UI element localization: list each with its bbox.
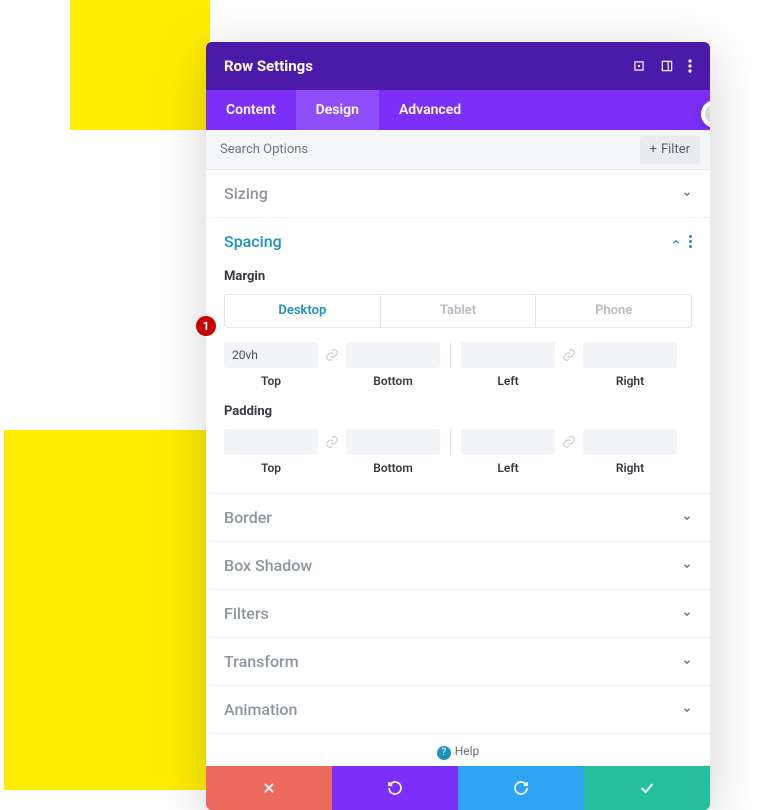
tab-advanced[interactable]: Advanced [379,90,481,130]
header-actions [632,59,692,73]
section-sizing-header[interactable]: Sizing [206,170,710,217]
section-box-shadow: Box Shadow [206,542,710,590]
divider [450,429,451,455]
section-spacing-header[interactable]: Spacing [206,218,710,265]
modal-title: Row Settings [224,57,313,75]
check-icon [639,780,655,796]
link-icon[interactable] [324,342,340,368]
section-transform-header[interactable]: Transform [206,638,710,685]
expand-icon[interactable] [632,59,646,73]
device-tab-tablet[interactable]: Tablet [381,295,537,327]
search-input[interactable] [220,142,640,157]
cancel-button[interactable] [206,766,332,810]
section-title: Spacing [224,232,282,251]
section-filters: Filters [206,590,710,638]
padding-top-input[interactable] [224,429,318,455]
help-link[interactable]: ? Help [206,734,710,766]
device-tabs: Desktop Tablet Phone [224,294,692,328]
section-spacing: Spacing Margin Desktop Tablet Phone [206,218,710,494]
margin-right-input[interactable] [583,342,677,368]
margin-label: Margin [224,269,692,284]
modal-header: Row Settings [206,42,710,90]
section-box-shadow-header[interactable]: Box Shadow [206,542,710,589]
chevron-down-icon [682,561,692,571]
row-settings-modal: Row Settings Content Design Advanced + F… [206,42,710,810]
side-label-top: Top [261,374,281,388]
filter-button[interactable]: + Filter [640,136,700,164]
padding-left-input[interactable] [461,429,555,455]
decorative-shape [70,0,210,130]
modal-body: Sizing Spacing Margin Desktop Tablet [206,170,710,766]
section-title: Filters [224,604,269,623]
padding-bottom-input[interactable] [346,429,440,455]
margin-bottom-input[interactable] [346,342,440,368]
section-animation-header[interactable]: Animation [206,686,710,733]
chevron-down-icon [682,513,692,523]
help-label: Help [455,744,480,758]
section-actions [671,235,692,248]
section-title: Transform [224,652,299,671]
redo-icon [513,780,529,796]
side-label-left: Left [497,461,518,475]
padding-right-input[interactable] [583,429,677,455]
close-icon [262,781,276,795]
annotation-badge-1: 1 [196,316,216,336]
chevron-up-icon [671,237,681,247]
side-label-right: Right [616,374,644,388]
chevron-down-icon [682,705,692,715]
section-spacing-body: Margin Desktop Tablet Phone Top [206,269,710,493]
margin-inputs: Top Bottom Left [224,342,692,388]
link-icon[interactable] [561,429,577,455]
link-icon[interactable] [561,342,577,368]
kebab-icon[interactable] [688,59,692,73]
side-label-top: Top [261,461,281,475]
filter-label: Filter [661,142,690,157]
section-filters-header[interactable]: Filters [206,590,710,637]
device-tab-phone[interactable]: Phone [536,295,691,327]
section-title: Box Shadow [224,556,312,575]
section-border-header[interactable]: Border [206,494,710,541]
undo-button[interactable] [332,766,458,810]
kebab-icon[interactable] [689,235,692,248]
margin-top-input[interactable] [224,342,318,368]
chevron-down-icon [682,657,692,667]
section-title: Animation [224,700,297,719]
section-title: Sizing [224,184,268,203]
side-label-right: Right [616,461,644,475]
undo-icon [387,780,403,796]
device-tab-desktop[interactable]: Desktop [225,295,381,327]
padding-label: Padding [224,404,692,419]
plus-icon: + [650,142,657,157]
redo-button[interactable] [458,766,584,810]
section-sizing: Sizing [206,170,710,218]
section-transform: Transform [206,638,710,686]
section-border: Border [206,494,710,542]
search-row: + Filter [206,130,710,170]
link-icon[interactable] [324,429,340,455]
side-label-left: Left [497,374,518,388]
tab-design[interactable]: Design [296,90,379,130]
divider [450,342,451,368]
modal-footer [206,766,710,810]
dock-icon[interactable] [660,59,674,73]
side-label-bottom: Bottom [373,374,413,388]
section-title: Border [224,508,272,527]
save-button[interactable] [584,766,710,810]
help-icon: ? [437,746,451,760]
side-label-bottom: Bottom [373,461,413,475]
chevron-down-icon [682,189,692,199]
tab-bar: Content Design Advanced [206,90,710,130]
padding-inputs: Top Bottom Left [224,429,692,475]
tab-content[interactable]: Content [206,90,296,130]
margin-left-input[interactable] [461,342,555,368]
section-animation: Animation [206,686,710,734]
chevron-down-icon [682,609,692,619]
